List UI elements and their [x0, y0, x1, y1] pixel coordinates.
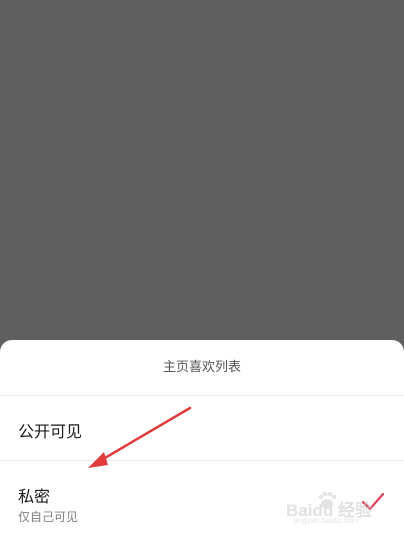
sheet-title: 主页喜欢列表 — [162, 360, 241, 375]
option-public[interactable]: 公开可见 — [0, 396, 404, 460]
screen: 主页喜欢列表 公开可见 私密 仅自己可见 Baidu 经验 jingyan.ba… — [0, 0, 404, 542]
option-private[interactable]: 私密 仅自己可见 — [0, 461, 404, 542]
check-icon — [361, 492, 385, 511]
privacy-bottom-sheet: 主页喜欢列表 公开可见 私密 仅自己可见 — [0, 340, 404, 542]
dimmed-backdrop[interactable] — [0, 0, 404, 340]
option-private-sublabel: 仅自己可见 — [18, 510, 79, 524]
option-public-label: 公开可见 — [18, 422, 83, 441]
option-private-label: 私密 — [18, 487, 51, 506]
